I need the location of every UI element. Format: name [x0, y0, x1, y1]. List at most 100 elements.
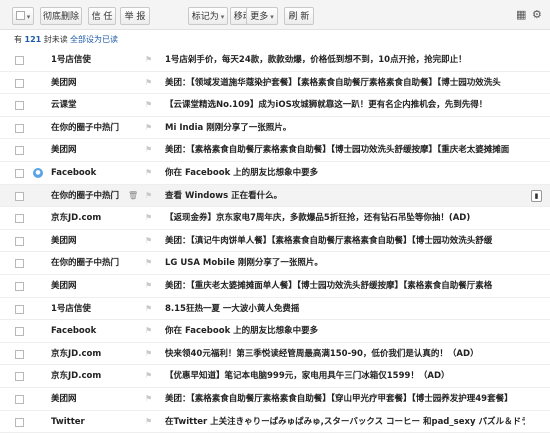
- email-row[interactable]: 美团网 ⚑ 美团：【滇记牛肉饼单人餐】【素格素食自助餐厅素格素食自助餐】【博士园功效…: [0, 230, 550, 253]
- email-subject[interactable]: 你在 Facebook 上的朋友比想象中要多: [165, 320, 525, 342]
- email-sender[interactable]: 云课堂: [51, 94, 139, 116]
- email-row[interactable]: Twitter ⚑ 在Twitter 上关注きゃりーぱみゅぱみゅ,スターバックス コ…: [0, 411, 550, 433]
- gear-icon[interactable]: ⚙: [532, 8, 542, 21]
- email-row[interactable]: 在你的圈子中热门 ⚑ Mi India 刚刚分享了一张照片。: [0, 117, 550, 140]
- email-subject[interactable]: 1号店剁手价，每天24款，款款劲爆，价格低到想不到，10点开抢，抢完即止！: [165, 49, 525, 71]
- email-checkbox[interactable]: [15, 350, 24, 359]
- email-subject[interactable]: 在Twitter 上关注きゃりーぱみゅぱみゅ,スターバックス コーヒー 和pad…: [165, 411, 525, 433]
- email-sender[interactable]: 美团网: [51, 230, 139, 252]
- flag-icon[interactable]: ⚑: [145, 365, 152, 387]
- email-sender[interactable]: 京东JD.com: [51, 365, 139, 387]
- email-row[interactable]: 在你的圈子中热门🗑 ⚑ 查看 Windows 正在看什么。 ▮: [0, 185, 550, 208]
- email-checkbox[interactable]: [15, 259, 24, 268]
- flag-icon[interactable]: ⚑: [145, 411, 152, 433]
- email-row[interactable]: 在你的圈子中热门 ⚑ LG USA Mobile 刚刚分享了一张照片。: [0, 252, 550, 275]
- mark-as-label: 标记为: [192, 12, 219, 22]
- email-sender[interactable]: 1号店信使: [51, 298, 139, 320]
- email-row[interactable]: 美团网 ⚑ 美团：【素格素食自助餐厅素格素食自助餐】【博士园功效洗头舒缓按摩】【重庆…: [0, 139, 550, 162]
- email-checkbox[interactable]: [15, 305, 24, 314]
- email-sender[interactable]: 美团网: [51, 72, 139, 94]
- report-button[interactable]: 举 报: [120, 7, 150, 25]
- email-sender[interactable]: 京东JD.com: [51, 207, 139, 229]
- flag-icon[interactable]: ⚑: [145, 320, 152, 342]
- email-subject[interactable]: 查看 Windows 正在看什么。: [165, 185, 525, 207]
- flag-icon[interactable]: ⚑: [145, 275, 152, 297]
- unread-bar: 有 121 封未读 全部设为已读: [0, 31, 550, 47]
- email-sender[interactable]: 美团网: [51, 139, 139, 161]
- email-row[interactable]: 云课堂 ⚑ 【云课堂精选No.109】成为iOS攻城狮就靠这一趴！更有名企内推机会，…: [0, 94, 550, 117]
- email-sender[interactable]: 京东JD.com: [51, 343, 139, 365]
- email-subject[interactable]: 【优惠早知道】笔记本电脑999元，家电用具午三门冰箱仅1599！（AD）: [165, 365, 525, 387]
- email-row[interactable]: 美团网 ⚑ 美团：【领域发道施华蔻染护套餐】【素格素食自助餐厅素格素食自助餐】【博士…: [0, 72, 550, 95]
- email-subject[interactable]: 美团：【素格素食自助餐厅素格素食自助餐】【穿山甲光疗甲套餐】【博士园养发护理49…: [165, 388, 525, 410]
- email-subject[interactable]: LG USA Mobile 刚刚分享了一张照片。: [165, 252, 525, 274]
- email-checkbox[interactable]: [15, 101, 24, 110]
- email-checkbox[interactable]: [15, 192, 24, 201]
- email-checkbox[interactable]: [15, 372, 24, 381]
- email-checkbox[interactable]: [15, 124, 24, 133]
- trust-button[interactable]: 信 任: [88, 7, 116, 25]
- email-row[interactable]: 1号店信使 ⚑ 8.15狂热一夏 一大波小黄人免费摇: [0, 298, 550, 321]
- email-checkbox[interactable]: [15, 214, 24, 223]
- email-sender[interactable]: Facebook: [51, 320, 139, 342]
- flag-icon[interactable]: ⚑: [145, 72, 152, 94]
- select-all-checkbox[interactable]: [16, 11, 25, 20]
- email-subject[interactable]: 【云课堂精选No.109】成为iOS攻城狮就靠这一趴！更有名企内推机会，先到先得…: [165, 94, 525, 116]
- email-sender[interactable]: 美团网: [51, 275, 139, 297]
- email-row[interactable]: 京东JD.com ⚑ 【返现金券】京东家电7周年庆，多款爆品5折狂抢，还有钻石吊坠等…: [0, 207, 550, 230]
- flag-icon[interactable]: ⚑: [145, 388, 152, 410]
- trash-icon[interactable]: 🗑: [128, 185, 138, 207]
- refresh-button[interactable]: 刷 新: [284, 7, 314, 25]
- email-checkbox[interactable]: [15, 56, 24, 65]
- flag-icon[interactable]: ⚑: [145, 298, 152, 320]
- email-subject[interactable]: Mi India 刚刚分享了一张照片。: [165, 117, 525, 139]
- email-checkbox[interactable]: [15, 418, 24, 427]
- flag-icon[interactable]: ⚑: [145, 207, 152, 229]
- mark-all-read-link[interactable]: 全部设为已读: [70, 34, 118, 45]
- email-checkbox[interactable]: [15, 237, 24, 246]
- flag-icon[interactable]: ⚑: [145, 117, 152, 139]
- email-subject[interactable]: 8.15狂热一夏 一大波小黄人免费摇: [165, 298, 525, 320]
- email-sender[interactable]: 1号店信使: [51, 49, 139, 71]
- more-button[interactable]: 更多▾: [246, 7, 278, 25]
- calendar-icon[interactable]: ▦: [516, 8, 526, 21]
- email-row[interactable]: 京东JD.com ⚑ 快来领40元福利！第三季悦读经管周最高满150-90，低价我们…: [0, 343, 550, 366]
- select-all-dropdown[interactable]: ▾: [12, 7, 34, 25]
- email-row[interactable]: Facebook ⚑ 你在 Facebook 上的朋友比想象中要多: [0, 320, 550, 343]
- email-sender[interactable]: 在你的圈子中热门: [51, 252, 139, 274]
- email-row[interactable]: 1号店信使 ⚑ 1号店剁手价，每天24款，款款劲爆，价格低到想不到，10点开抢，抢完…: [0, 49, 550, 72]
- email-checkbox[interactable]: [15, 282, 24, 291]
- mark-as-button[interactable]: 标记为▾: [188, 7, 228, 25]
- email-subject[interactable]: 美团：【重庆老太婆摊摊面单人餐】【博士园功效洗头舒缓按摩】【素格素食自助餐厅素格: [165, 275, 525, 297]
- email-checkbox[interactable]: [15, 395, 24, 404]
- email-subject[interactable]: 快来领40元福利！第三季悦读经管周最高满150-90，低价我们是认真的！（AD）: [165, 343, 525, 365]
- flag-icon[interactable]: ⚑: [145, 94, 152, 116]
- email-sender[interactable]: 美团网: [51, 388, 139, 410]
- flag-icon[interactable]: ⚑: [145, 162, 152, 184]
- email-subject[interactable]: 美团：【滇记牛肉饼单人餐】【素格素食自助餐厅素格素食自助餐】【博士园功效洗头舒缓: [165, 230, 525, 252]
- flag-icon[interactable]: ⚑: [145, 49, 152, 71]
- flag-icon[interactable]: ⚑: [145, 252, 152, 274]
- email-row[interactable]: ●Facebook⚑你在 Facebook 上的朋友比想象中要多: [0, 162, 550, 185]
- email-checkbox[interactable]: [15, 146, 24, 155]
- email-checkbox[interactable]: [15, 327, 24, 336]
- flag-icon[interactable]: ⚑: [145, 185, 152, 207]
- bookmark-icon[interactable]: ▮: [531, 190, 542, 202]
- email-sender[interactable]: Twitter: [51, 411, 139, 433]
- email-sender[interactable]: Facebook: [51, 162, 139, 184]
- email-subject[interactable]: 美团：【领域发道施华蔻染护套餐】【素格素食自助餐厅素格素食自助餐】【博士园功效洗…: [165, 72, 525, 94]
- flag-icon[interactable]: ⚑: [145, 343, 152, 365]
- email-row[interactable]: 美团网 ⚑ 美团：【素格素食自助餐厅素格素食自助餐】【穿山甲光疗甲套餐】【博士园养发…: [0, 388, 550, 411]
- delete-button[interactable]: 彻底删除: [40, 7, 82, 25]
- email-sender[interactable]: 在你的圈子中热门: [51, 185, 139, 207]
- email-subject[interactable]: 你在 Facebook 上的朋友比想象中要多: [165, 162, 525, 184]
- email-row[interactable]: 美团网 ⚑ 美团：【重庆老太婆摊摊面单人餐】【博士园功效洗头舒缓按摩】【素格素食自助…: [0, 275, 550, 298]
- email-sender[interactable]: 在你的圈子中热门: [51, 117, 139, 139]
- flag-icon[interactable]: ⚑: [145, 230, 152, 252]
- email-checkbox[interactable]: [15, 79, 24, 88]
- email-row[interactable]: 京东JD.com ⚑ 【优惠早知道】笔记本电脑999元，家电用具午三门冰箱仅1599…: [0, 365, 550, 388]
- email-checkbox[interactable]: [15, 169, 24, 178]
- flag-icon[interactable]: ⚑: [145, 139, 152, 161]
- email-subject[interactable]: 【返现金券】京东家电7周年庆，多款爆品5折狂抢，还有钻石吊坠等你抽！(AD): [165, 207, 525, 229]
- email-subject[interactable]: 美团：【素格素食自助餐厅素格素食自助餐】【博士园功效洗头舒缓按摩】【重庆老太婆摊…: [165, 139, 525, 161]
